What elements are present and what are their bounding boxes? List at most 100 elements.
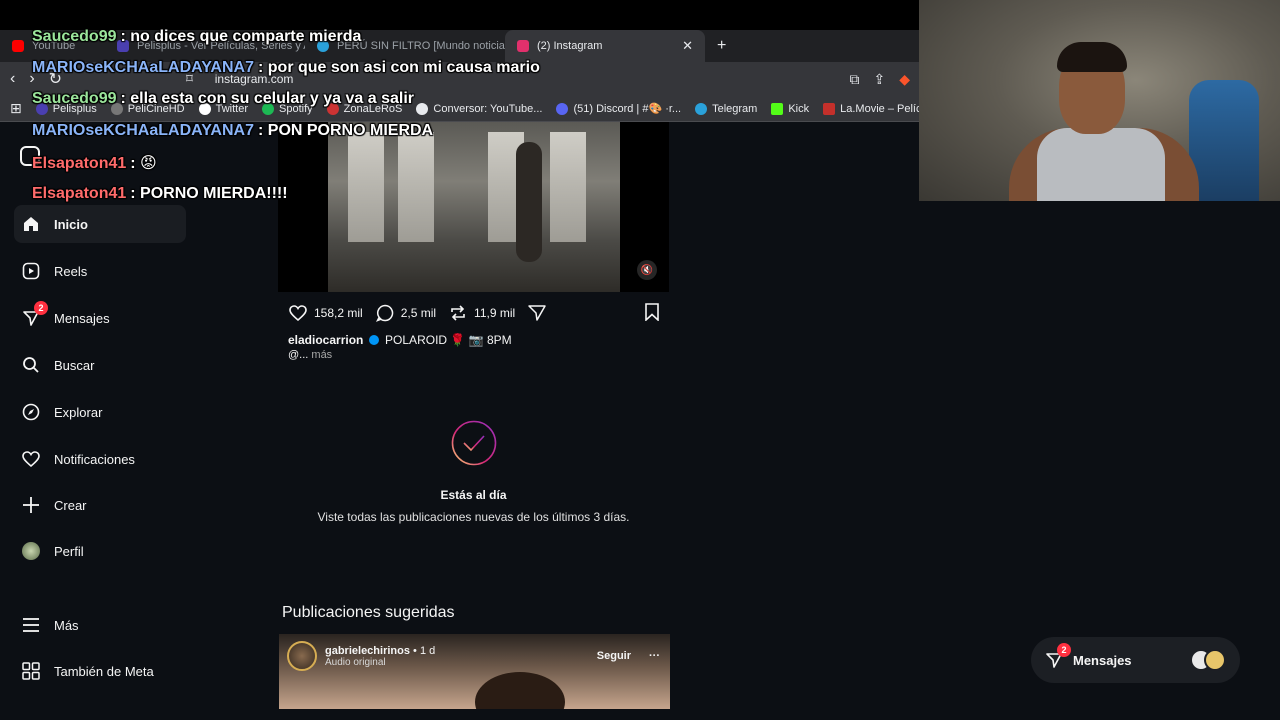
webcam-chair [1189, 80, 1259, 201]
chat-message: Saucedo99: no dices que comparte mierda [32, 28, 362, 45]
tab-instagram[interactable]: (2) Instagram ✕ [505, 30, 705, 62]
bookmark-icon [416, 102, 429, 115]
menu-icon [22, 616, 40, 634]
caught-up-title: Estás al día [440, 488, 507, 502]
new-tab-button[interactable]: + [705, 30, 738, 62]
webcam-overlay [919, 0, 1280, 201]
sidebar-item-reels[interactable]: Reels [14, 252, 186, 290]
sidebar-item-label: También de Meta [54, 663, 154, 679]
video-frame [328, 122, 620, 292]
bookmark-icon [823, 102, 836, 115]
bookmark-label: La.Movie – Películas,... [840, 102, 920, 115]
sidebar-item-mas[interactable]: Más [14, 606, 186, 644]
chat-emote: 😡 [140, 155, 157, 172]
browser-top-bar [0, 0, 920, 30]
repost-button[interactable]: 11,9 mil [448, 304, 515, 322]
reels-icon [22, 262, 40, 280]
post-caption: eladiocarrion POLAROID 🌹 📷 8PM [288, 333, 512, 347]
heart-icon [289, 305, 307, 322]
post-username[interactable]: eladiocarrion [288, 333, 363, 347]
suggested-username[interactable]: gabrielechirinos [325, 645, 410, 657]
sidebar-item-explorar[interactable]: Explorar [14, 393, 186, 431]
video-figure [516, 142, 542, 262]
chat-message: Elsapaton41: PORNO MIERDA!!!! [32, 185, 288, 202]
suggested-audio[interactable]: Audio original [325, 657, 435, 668]
post-video[interactable]: 🔇 [278, 122, 669, 292]
like-button[interactable]: 158,2 mil [288, 304, 363, 322]
sidebar-item-label: Más [54, 617, 79, 633]
suggested-post-meta: gabrielechirinos • 1 d Audio original [325, 645, 435, 668]
more-options-icon[interactable]: ··· [649, 650, 660, 662]
sidebar-item-mensajes[interactable]: 2 Mensajes [14, 299, 186, 337]
caption-text: POLAROID 🌹 📷 8PM [385, 333, 512, 347]
sidebar-item-perfil[interactable]: Perfil [14, 532, 186, 570]
likes-count: 158,2 mil [314, 306, 363, 320]
follow-button[interactable]: Seguir [597, 650, 631, 662]
home-icon [22, 215, 40, 233]
suggested-time: • 1 d [413, 644, 436, 657]
close-tab-icon[interactable]: ✕ [682, 38, 693, 54]
avatar [22, 542, 40, 560]
brave-icon[interactable]: ◆ [899, 71, 910, 88]
caption-more-link[interactable]: más [311, 349, 332, 361]
sidebar-item-buscar[interactable]: Buscar [14, 346, 186, 384]
bookmark-item[interactable]: Conversor: YouTube... [416, 102, 542, 115]
heart-icon [22, 450, 40, 468]
comment-button[interactable]: 2,5 mil [375, 304, 436, 322]
sidebar-item-label: Mensajes [54, 310, 110, 326]
messages-badge: 2 [1057, 643, 1071, 657]
chat-message: Saucedo99: ella esta con su celular y ya… [32, 90, 414, 107]
webcam-hair [1057, 42, 1127, 72]
sidebar-item-crear[interactable]: Crear [14, 486, 186, 524]
share-button[interactable] [527, 304, 547, 322]
caption-more-line: @... más [288, 349, 332, 361]
avatar[interactable] [287, 641, 317, 671]
instagram-icon [517, 40, 529, 52]
avatar [1204, 649, 1226, 671]
bookmark-item[interactable]: La.Movie – Películas,... [823, 102, 920, 115]
back-icon[interactable]: ‹ [10, 70, 15, 88]
chat-message: MARIOseKCHAaLADAYANA7: PON PORNO MIERDA [32, 122, 434, 139]
verified-badge-icon [368, 335, 379, 345]
sidebar-item-tambien-de-meta[interactable]: También de Meta [14, 652, 214, 690]
chat-message: MARIOseKCHAaLADAYANA7: por que son asi c… [32, 59, 540, 76]
chat-text: no dices que comparte mierda [130, 28, 362, 45]
bookmark-item[interactable]: Telegram [695, 102, 757, 115]
tab-label: (2) Instagram [537, 40, 603, 52]
apps-grid-icon[interactable]: ⊞ [10, 100, 22, 117]
messages-pill-label: Mensajes [1073, 652, 1132, 668]
chat-text: por que son asi con mi causa mario [267, 59, 540, 76]
tab-label: PERÚ SIN FILTRO [Mundo noticias] [337, 40, 505, 52]
chat-text: ella esta con su celular y ya va a salir [130, 90, 414, 107]
suggested-heading: Publicaciones sugeridas [282, 604, 455, 621]
sidebar-item-inicio[interactable]: Inicio [14, 205, 186, 243]
sidebar-item-label: Notificaciones [54, 451, 135, 467]
caught-up-subtitle: Viste todas las publicaciones nuevas de … [317, 510, 630, 524]
chat-username: Saucedo99 [32, 90, 117, 107]
kick-icon [771, 102, 784, 115]
messages-icon: 2 [22, 301, 48, 327]
messages-pill[interactable]: 2 Mensajes [1031, 637, 1240, 683]
discord-icon [556, 102, 569, 115]
address-actions: ⧉ ⇪ ◆ [849, 71, 910, 88]
save-post-icon[interactable] [644, 302, 660, 324]
video-window [550, 132, 586, 242]
bookmark-item[interactable]: Kick [771, 102, 809, 115]
messages-badge: 2 [34, 301, 48, 315]
bookmark-item[interactable]: (51) Discord | #🎨 ·r... [556, 102, 681, 115]
open-external-icon[interactable]: ⧉ [849, 71, 859, 88]
send-icon [528, 305, 546, 321]
chat-username: MARIOseKCHAaLADAYANA7 [32, 122, 254, 139]
suggested-post-image [475, 672, 565, 709]
screen: { "browser": { "tabs": [ {"label": "YouT… [0, 0, 1280, 720]
sidebar-item-label: Explorar [54, 404, 103, 420]
meta-grid-icon [22, 662, 40, 680]
message-avatars [1190, 649, 1226, 671]
mute-icon[interactable]: 🔇 [637, 260, 657, 280]
suggested-post[interactable]: gabrielechirinos • 1 d Audio original Se… [279, 634, 670, 709]
suggested-post-header: gabrielechirinos • 1 d Audio original Se… [287, 640, 660, 672]
bookmark-label: (51) Discord | #🎨 ·r... [573, 103, 682, 115]
sidebar-item-notificaciones[interactable]: Notificaciones [14, 440, 186, 478]
caption-truncated: @... [288, 349, 309, 361]
share-icon[interactable]: ⇪ [873, 71, 885, 88]
